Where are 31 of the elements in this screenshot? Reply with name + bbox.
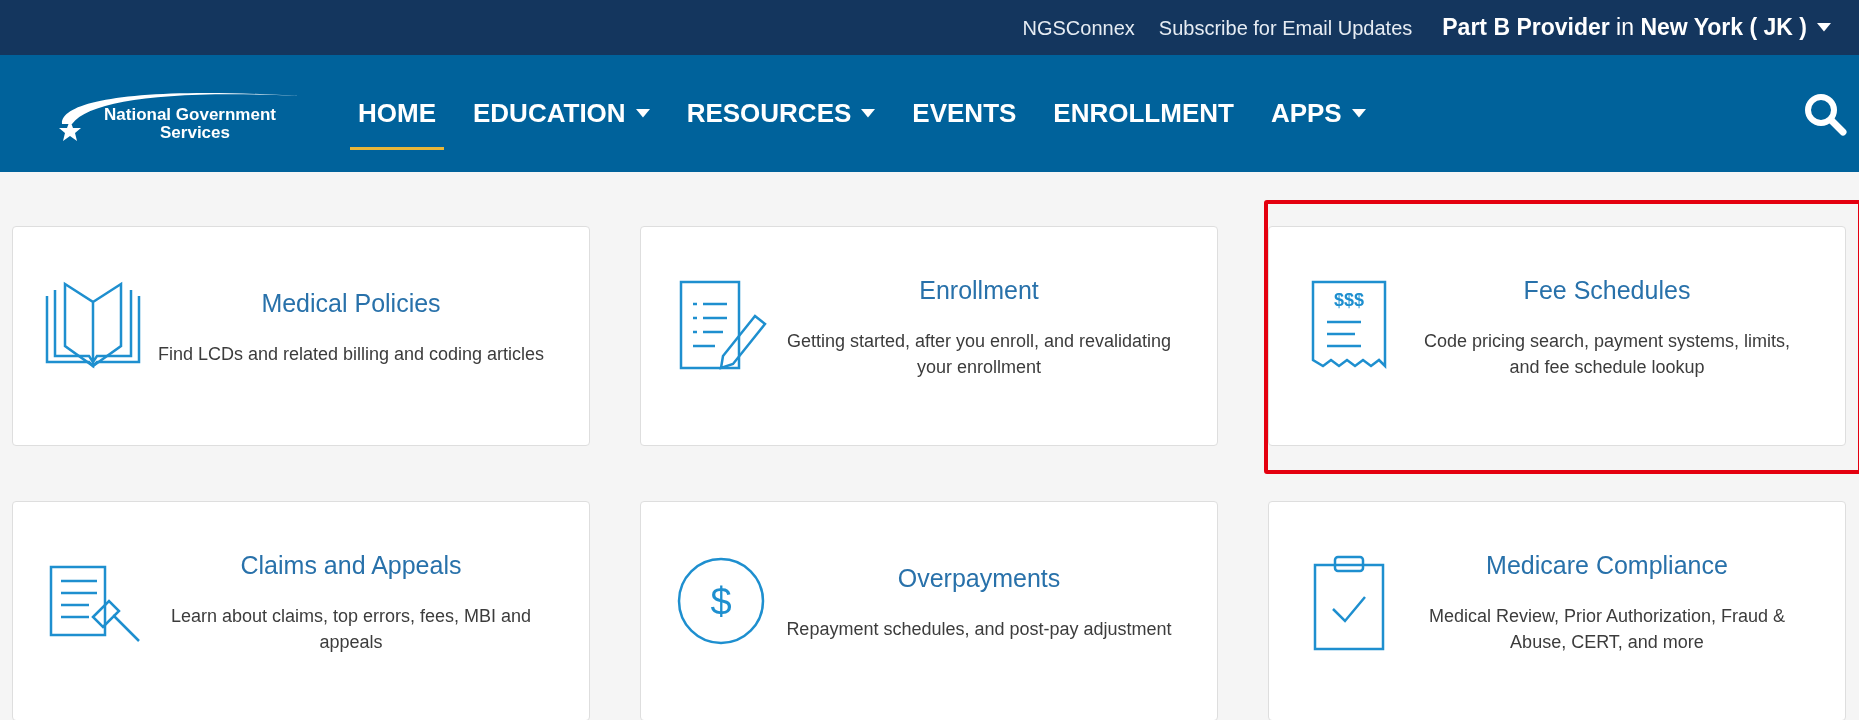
card-description: Find LCDs and related billing and coding articles <box>156 342 546 366</box>
logo[interactable]: National Government Services <box>50 83 300 144</box>
card-title: Fee Schedules <box>1522 275 1692 307</box>
nav-tab[interactable]: EVENTS <box>904 75 1025 152</box>
top-link[interactable]: Subscribe for Email Updates <box>1158 12 1413 43</box>
feature-card[interactable]: $$$ Fee Schedules Code pricing search, payment systems, limits, and fee schedule lookup <box>1268 226 1846 446</box>
caret-icon <box>1817 23 1831 32</box>
card-description: Repayment schedules, and post-pay adjustment <box>785 617 1173 641</box>
card-description: Medical Review, Prior Authorization, Fraud & Abuse, CERT, and more <box>1427 604 1787 654</box>
search-icon <box>1803 91 1847 136</box>
feature-card[interactable]: Medicare Compliance Medical Review, Prior Authorization, Fraud & Abuse, CERT, and more <box>1268 501 1846 720</box>
card-title: Medical Policies <box>260 288 442 320</box>
nav-tab[interactable]: APPS <box>1262 75 1374 152</box>
search-button[interactable] <box>1803 91 1847 136</box>
top-link[interactable]: NGSConnex <box>1022 12 1135 43</box>
feature-card[interactable]: Claims and Appeals Learn about claims, top errors, fees, MBI and appeals <box>12 501 590 720</box>
card-title: Enrollment <box>918 275 1040 307</box>
provider-selector[interactable]: Part B Provider in New York ( JK ) <box>1436 9 1837 46</box>
nav-tab[interactable]: ENROLLMENT <box>1045 75 1242 152</box>
card-title: Claims and Appeals <box>239 550 463 582</box>
nav-tab[interactable]: HOME <box>350 75 444 152</box>
card-description: Code pricing search, payment systems, limits, and fee schedule lookup <box>1422 329 1792 379</box>
feature-card[interactable]: Medical Policies Find LCDs and related billing and coding articles <box>12 226 590 446</box>
card-description: Learn about claims, top errors, fees, MBI and appeals <box>169 604 533 654</box>
feature-card[interactable]: Enrollment Getting started, after you enroll, and revalidating your enrollment <box>640 226 1218 446</box>
card-description: Getting started, after you enroll, and revalidating your enrollment <box>785 329 1173 379</box>
feature-card[interactable]: $ Overpayments Repayment schedules, and post-pay adjustment <box>640 501 1218 720</box>
nav-tab[interactable]: RESOURCES <box>678 75 884 152</box>
card-title: Medicare Compliance <box>1485 550 1729 582</box>
nav-tab[interactable]: EDUCATION <box>465 75 658 152</box>
card-title: Overpayments <box>896 563 1062 595</box>
